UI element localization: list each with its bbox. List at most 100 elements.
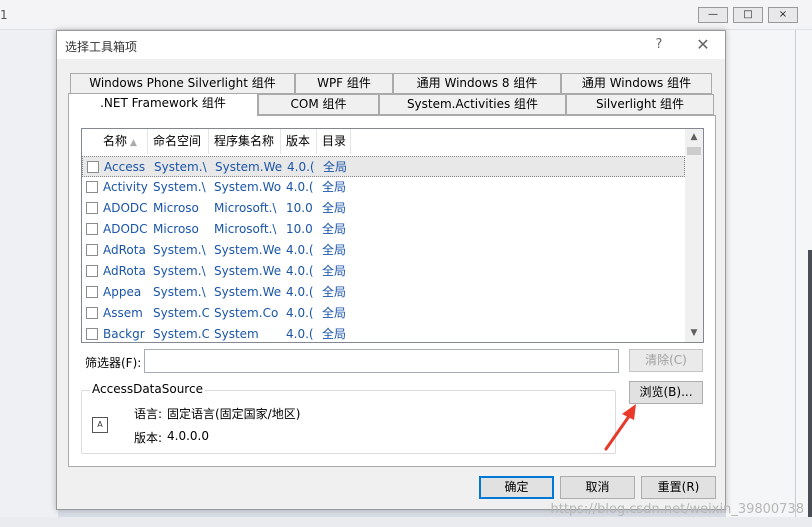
row-checkbox[interactable] (87, 161, 99, 173)
sort-up-icon: ▲ (130, 138, 137, 148)
cell-version: 10.0 (286, 222, 313, 236)
column-header-assembly[interactable]: 程序集名称 (209, 129, 281, 154)
language-label: 语言: (134, 407, 163, 421)
tab-universal-windows[interactable]: 通用 Windows 组件 (561, 73, 712, 94)
column-header-name[interactable]: 名称 ▲ (98, 129, 148, 154)
tab-windows-phone-silverlight[interactable]: Windows Phone Silverlight 组件 (70, 73, 295, 94)
clear-button[interactable]: 清除(C) (629, 349, 703, 372)
cell-version: 4.0.( (286, 180, 314, 194)
background-right-panel (726, 30, 812, 527)
column-header-version[interactable]: 版本 (281, 129, 317, 154)
table-row[interactable]: Assem System.C System.Co 4.0.(全局 (82, 303, 685, 324)
cell-directory: 全局 (322, 285, 347, 299)
window-close-button[interactable]: × (768, 7, 798, 23)
cell-namespace: System.C (153, 306, 209, 320)
ok-button[interactable]: 确定 (479, 476, 554, 499)
cell-assembly: System.We (215, 160, 282, 174)
row-checkbox[interactable] (86, 265, 98, 277)
cell-directory: 全局 (322, 306, 347, 320)
tab-universal-windows-8[interactable]: 通用 Windows 8 组件 (393, 73, 561, 94)
table-row[interactable]: ADODC Microso Microsoft.\ 10.0 全局 (82, 198, 685, 219)
table-row[interactable]: ADODC Microso Microsoft.\ 10.0 全局 (82, 219, 685, 240)
background-left-panel (0, 30, 58, 527)
cell-directory: 全局 (322, 327, 347, 341)
cell-namespace: System.\ (153, 180, 206, 194)
table-row[interactable]: Backgr System.C System 4.0.(全局 (82, 324, 685, 342)
component-icon: A (92, 417, 108, 433)
cell-directory: 全局 (323, 160, 348, 174)
tab-system-activities[interactable]: System.Activities 组件 (379, 94, 566, 115)
cell-name: ADODC (103, 201, 148, 215)
watermark: https://blog.csdn.net/weixin_39800738 (550, 502, 804, 517)
cell-assembly: Microsoft.\ (214, 201, 277, 215)
cell-assembly: System.We (214, 264, 281, 278)
component-list[interactable]: 名称 ▲ 命名空间 程序集名称 版本 目录 Access System.\ Syste… (81, 128, 704, 343)
cell-namespace: Microso (153, 222, 199, 236)
cell-directory: 全局 (322, 222, 347, 236)
dialog-title: 选择工具箱项 (65, 40, 138, 54)
cell-assembly: System.We (214, 285, 281, 299)
background-statusbar (0, 517, 812, 527)
row-checkbox[interactable] (86, 181, 98, 193)
cell-version: 4.0.( (286, 285, 314, 299)
table-row[interactable]: AdRota System.\ System.We 4.0.(全局 (82, 261, 685, 282)
scroll-up-icon[interactable]: ▲ (685, 129, 703, 146)
selected-component-name: AccessDataSource (90, 382, 205, 396)
background-window-title: 1 (0, 8, 8, 22)
scroll-down-icon[interactable]: ▼ (685, 325, 703, 342)
minimize-button[interactable]: — (698, 7, 728, 23)
cell-namespace: System.\ (154, 160, 207, 174)
cell-namespace: System.C (153, 327, 209, 341)
background-window-titlebar: 1 — □ × (0, 0, 812, 30)
cell-assembly: Microsoft.\ (214, 222, 277, 236)
tab-wpf[interactable]: WPF 组件 (295, 73, 393, 94)
language-value: 固定语言(固定国家/地区) (167, 407, 301, 421)
cell-assembly: System.Wo (214, 180, 281, 194)
tab-silverlight[interactable]: Silverlight 组件 (566, 94, 714, 115)
cell-directory: 全局 (322, 180, 347, 194)
row-checkbox[interactable] (86, 307, 98, 319)
cell-version: 4.0.( (286, 327, 314, 341)
table-row[interactable]: Appea System.\ System.We 4.0.(全局 (82, 282, 685, 303)
cell-namespace: Microso (153, 201, 199, 215)
table-row[interactable]: Access System.\ System.We 4.0.(全局 (82, 156, 685, 177)
component-details-group: AccessDataSource A 语言: 固定语言(固定国家/地区) 版本:… (81, 382, 616, 454)
tab-com[interactable]: COM 组件 (258, 94, 379, 115)
cell-assembly: System.Co (214, 306, 279, 320)
row-checkbox[interactable] (86, 223, 98, 235)
cell-version: 4.0.( (286, 243, 314, 257)
row-checkbox[interactable] (86, 244, 98, 256)
cell-directory: 全局 (322, 264, 347, 278)
cell-version: 4.0.( (286, 306, 314, 320)
cell-version: 10.0 (286, 201, 313, 215)
row-checkbox[interactable] (86, 202, 98, 214)
filter-label: 筛选器(F): (85, 356, 142, 370)
cell-name: ADODC (103, 222, 148, 236)
cancel-button[interactable]: 取消 (560, 476, 635, 499)
tab-net-framework[interactable]: .NET Framework 组件 (68, 93, 258, 116)
table-row[interactable]: AdRota System.\ System.We 4.0.(全局 (82, 240, 685, 261)
background-divider (795, 30, 796, 527)
row-checkbox[interactable] (86, 286, 98, 298)
filter-input[interactable] (144, 349, 619, 373)
row-checkbox[interactable] (86, 328, 98, 340)
column-header-namespace[interactable]: 命名空间 (148, 129, 209, 154)
cell-name: Activity (103, 180, 148, 194)
list-scrollbar[interactable]: ▲ ▼ (685, 129, 703, 342)
version-label: 版本: (134, 431, 163, 445)
maximize-button[interactable]: □ (733, 7, 763, 23)
list-header: 名称 ▲ 命名空间 程序集名称 版本 目录 (82, 129, 685, 154)
close-icon[interactable]: ✕ (693, 35, 713, 55)
reset-button[interactable]: 重置(R) (641, 476, 716, 499)
cell-name: AdRota (103, 264, 146, 278)
scroll-thumb[interactable] (687, 147, 701, 155)
column-header-directory[interactable]: 目录 (317, 129, 351, 154)
version-value: 4.0.0.0 (167, 429, 209, 443)
cell-assembly: System.We (214, 243, 281, 257)
cell-version: 4.0.( (286, 264, 314, 278)
background-dark-strip (808, 250, 812, 527)
cell-directory: 全局 (322, 201, 347, 215)
cell-namespace: System.\ (153, 285, 206, 299)
help-icon[interactable]: ? (651, 36, 667, 54)
table-row[interactable]: Activity System.\ System.Wo 4.0.( 全局 (82, 177, 685, 198)
